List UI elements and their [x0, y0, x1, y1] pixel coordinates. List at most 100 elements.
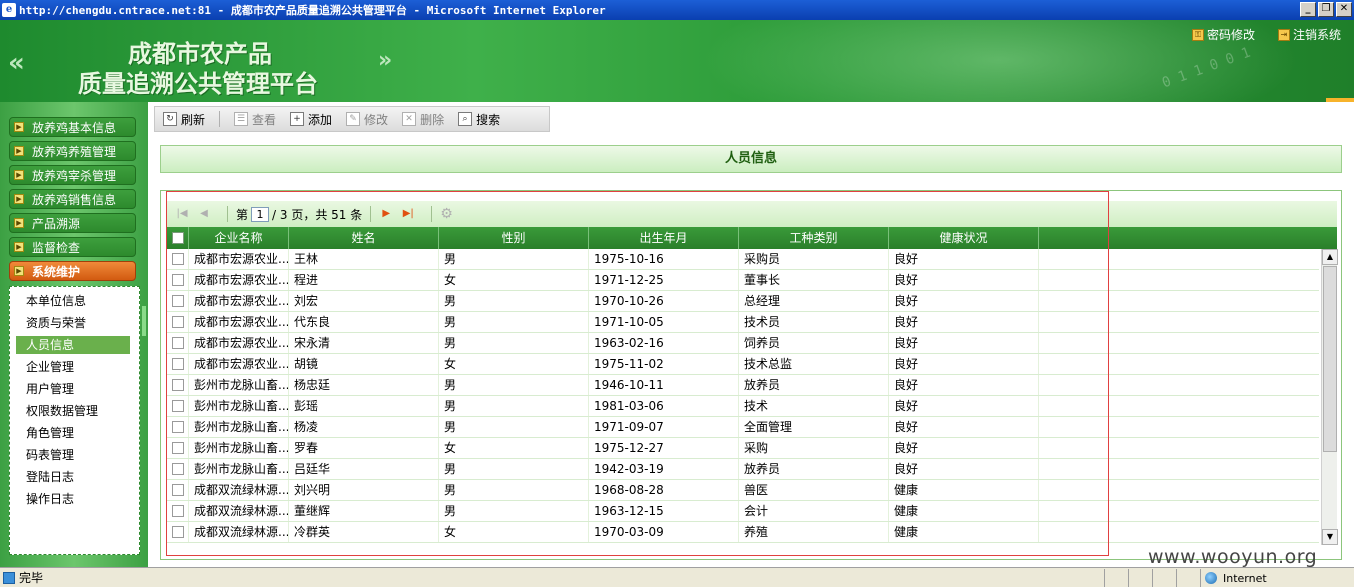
table-row[interactable]: 彭州市龙脉山畜... 罗春女 1975-12-27 采购 良好: [167, 438, 1319, 459]
refresh-button[interactable]: ↻ 刷新: [163, 111, 205, 128]
menu-product-trace[interactable]: ▶ 产品溯源: [9, 213, 136, 233]
scroll-down-icon[interactable]: ▼: [1322, 529, 1338, 545]
reload-icon[interactable]: ⚙: [440, 206, 453, 222]
next-page-icon[interactable]: ▶: [379, 207, 393, 221]
row-checkbox[interactable]: [171, 484, 184, 496]
col-header-gender[interactable]: 性别: [439, 227, 589, 249]
page-number-input[interactable]: 1: [251, 206, 270, 222]
cell-name: 代东良: [289, 312, 439, 332]
col-header-job-type[interactable]: 工种类别: [739, 227, 889, 249]
row-checkbox[interactable]: [171, 274, 184, 286]
table-row[interactable]: 成都双流绿林源... 冷群英女 1970-03-09 养殖 健康: [167, 522, 1319, 543]
menu-chicken-basic-info[interactable]: ▶ 放养鸡基本信息: [9, 117, 136, 137]
row-checkbox-cell[interactable]: [167, 417, 189, 437]
cell-name: 王林: [289, 249, 439, 269]
table-row[interactable]: 成都市宏源农业... 刘宏男 1970-10-26 总经理 良好: [167, 291, 1319, 312]
sidebar-splitter[interactable]: [142, 306, 146, 336]
view-button[interactable]: ☰ 查看: [234, 111, 276, 128]
cell-job-type: 放养员: [739, 375, 889, 395]
submenu-code-tables[interactable]: 码表管理: [26, 446, 74, 464]
cell-name: 刘宏: [289, 291, 439, 311]
logout-link[interactable]: ⇥ 注销系统: [1278, 26, 1341, 43]
row-checkbox[interactable]: [171, 295, 184, 307]
submenu-enterprise[interactable]: 企业管理: [26, 358, 74, 376]
row-checkbox-cell[interactable]: [167, 459, 189, 479]
submenu-unit-info[interactable]: 本单位信息: [26, 292, 86, 310]
row-checkbox[interactable]: [171, 442, 184, 454]
minimize-button[interactable]: _: [1300, 2, 1316, 17]
row-checkbox[interactable]: [171, 400, 184, 412]
prev-page-icon[interactable]: ◀: [197, 207, 211, 221]
row-checkbox[interactable]: [171, 505, 184, 517]
row-checkbox[interactable]: [171, 463, 184, 475]
table-row[interactable]: 成都市宏源农业... 代东良男 1971-10-05 技术员 良好: [167, 312, 1319, 333]
scroll-up-icon[interactable]: ▲: [1322, 249, 1338, 265]
menu-chicken-sales[interactable]: ▶ 放养鸡销售信息: [9, 189, 136, 209]
row-checkbox[interactable]: [171, 526, 184, 538]
row-checkbox-cell[interactable]: [167, 333, 189, 353]
menu-inspection[interactable]: ▶ 监督检查: [9, 237, 136, 257]
cell-job-type: 总经理: [739, 291, 889, 311]
menu-chicken-slaughter[interactable]: ▶ 放养鸡宰杀管理: [9, 165, 136, 185]
submenu-qualifications[interactable]: 资质与荣誉: [26, 314, 86, 332]
table-row[interactable]: 成都市宏源农业... 程进女 1971-12-25 董事长 良好: [167, 270, 1319, 291]
table-row[interactable]: 彭州市龙脉山畜... 杨凌男 1971-09-07 全面管理 良好: [167, 417, 1319, 438]
col-header-company[interactable]: 企业名称: [189, 227, 289, 249]
row-checkbox[interactable]: [171, 358, 184, 370]
table-row[interactable]: 彭州市龙脉山畜... 吕廷华男 1942-03-19 放养员 良好: [167, 459, 1319, 480]
row-checkbox-cell[interactable]: [167, 522, 189, 542]
submenu-operation-log[interactable]: 操作日志: [26, 490, 74, 508]
col-header-name[interactable]: 姓名: [289, 227, 439, 249]
first-page-icon[interactable]: |◀: [175, 207, 189, 221]
row-checkbox[interactable]: [171, 253, 184, 265]
submenu-permissions[interactable]: 权限数据管理: [26, 402, 98, 420]
cell-health: 良好: [889, 354, 1039, 374]
row-checkbox-cell[interactable]: [167, 249, 189, 269]
edit-button[interactable]: ✎ 修改: [346, 111, 388, 128]
submenu-users[interactable]: 用户管理: [26, 380, 74, 398]
row-checkbox-cell[interactable]: [167, 480, 189, 500]
row-checkbox[interactable]: [171, 316, 184, 328]
submenu-roles[interactable]: 角色管理: [26, 424, 74, 442]
col-header-birthdate[interactable]: 出生年月: [589, 227, 739, 249]
menu-system-maintenance[interactable]: ▶ 系统维护: [9, 261, 136, 281]
cell-health: 良好: [889, 291, 1039, 311]
row-checkbox-cell[interactable]: [167, 291, 189, 311]
close-button[interactable]: ✕: [1336, 2, 1352, 17]
vertical-scrollbar[interactable]: ▲ ▼: [1321, 249, 1338, 545]
scroll-thumb[interactable]: [1323, 266, 1337, 452]
table-row[interactable]: 成都双流绿林源... 刘兴明男 1968-08-28 兽医 健康: [167, 480, 1319, 501]
row-checkbox[interactable]: [171, 379, 184, 391]
add-button[interactable]: + 添加: [290, 111, 332, 128]
last-page-icon[interactable]: ▶|: [401, 207, 415, 221]
row-checkbox-cell[interactable]: [167, 438, 189, 458]
row-checkbox-cell[interactable]: [167, 312, 189, 332]
cell-name: 董继辉: [289, 501, 439, 521]
cell-company: 彭州市龙脉山畜...: [189, 438, 289, 458]
row-checkbox-cell[interactable]: [167, 501, 189, 521]
row-checkbox-cell[interactable]: [167, 375, 189, 395]
row-checkbox[interactable]: [171, 421, 184, 433]
table-row[interactable]: 成都市宏源农业... 胡镜女 1975-11-02 技术总监 良好: [167, 354, 1319, 375]
table-row[interactable]: 成都双流绿林源... 董继辉男 1963-12-15 会计 健康: [167, 501, 1319, 522]
table-row[interactable]: 彭州市龙脉山畜... 杨忠廷男 1946-10-11 放养员 良好: [167, 375, 1319, 396]
select-all-checkbox[interactable]: [171, 232, 184, 244]
search-button[interactable]: ⌕ 搜索: [458, 111, 500, 128]
row-checkbox[interactable]: [171, 337, 184, 349]
toolbar: ↻ 刷新 ☰ 查看 + 添加 ✎ 修改 ✕ 删除 ⌕ 搜索: [154, 106, 550, 132]
table-row[interactable]: 彭州市龙脉山畜... 彭瑶男 1981-03-06 技术 良好: [167, 396, 1319, 417]
status-text: 完毕: [19, 571, 44, 585]
submenu-personnel[interactable]: 人员信息: [16, 336, 130, 354]
col-header-health[interactable]: 健康状况: [889, 227, 1039, 249]
restore-button[interactable]: ❐: [1318, 2, 1334, 17]
submenu-login-log[interactable]: 登陆日志: [26, 468, 74, 486]
select-all-checkbox-cell[interactable]: [167, 227, 189, 249]
table-row[interactable]: 成都市宏源农业... 宋永清男 1963-02-16 饲养员 良好: [167, 333, 1319, 354]
row-checkbox-cell[interactable]: [167, 270, 189, 290]
password-change-link[interactable]: ⚿ 密码修改: [1192, 26, 1255, 43]
delete-button[interactable]: ✕ 删除: [402, 111, 444, 128]
row-checkbox-cell[interactable]: [167, 396, 189, 416]
menu-chicken-breeding[interactable]: ▶ 放养鸡养殖管理: [9, 141, 136, 161]
row-checkbox-cell[interactable]: [167, 354, 189, 374]
table-row[interactable]: 成都市宏源农业... 王林男 1975-10-16 采购员 良好: [167, 249, 1319, 270]
